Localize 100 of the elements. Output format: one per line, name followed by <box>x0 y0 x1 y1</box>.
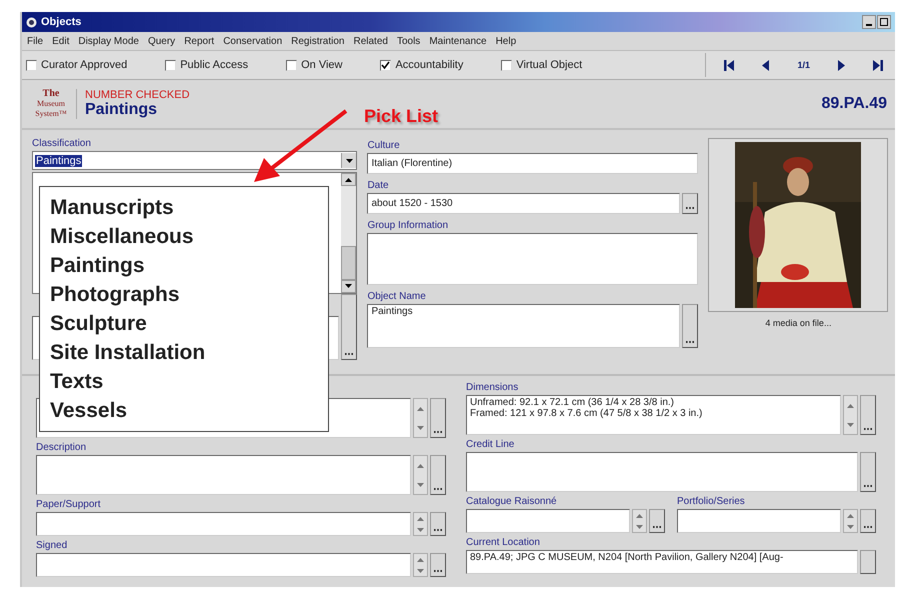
checkbox-label: Accountability <box>395 59 464 71</box>
checkbox[interactable] <box>26 60 37 70</box>
lookup-button[interactable] <box>430 455 446 495</box>
pick-list-item[interactable]: Paintings <box>50 251 145 280</box>
field-label: Portfolio/Series <box>677 496 746 507</box>
pick-list-item[interactable]: Texts <box>50 367 104 396</box>
down-arrow-icon[interactable] <box>345 284 352 288</box>
pick-list-item[interactable]: Miscellaneous <box>50 222 194 251</box>
pick-list-item[interactable]: Vessels <box>50 396 128 425</box>
checkbox-label: Public Access <box>180 59 248 71</box>
down-arrow-icon <box>847 524 854 528</box>
lookup-button[interactable] <box>430 512 446 536</box>
status-text: NUMBER CHECKED <box>85 89 190 101</box>
menu-item[interactable]: Help <box>496 36 516 46</box>
text-area[interactable]: Unframed: 92.1 x 72.1 cm (36 1/4 x 28 3/8 in.) Framed: 121 x 97.8 x 7.6 cm (47 5/8 x 38 1/2 x 3 in.) <box>466 395 841 435</box>
logo: The Museum System™ <box>30 89 77 119</box>
spin-buttons[interactable] <box>413 398 428 438</box>
record-title: Paintings <box>85 101 158 119</box>
menu-item[interactable]: Conservation <box>223 36 282 46</box>
field-label: Group Information <box>367 220 450 231</box>
field-label: Object Name <box>367 291 427 302</box>
checkbox[interactable] <box>286 60 298 70</box>
up-arrow-icon[interactable] <box>345 178 352 182</box>
lookup-button[interactable] <box>860 452 876 492</box>
pick-list-item[interactable]: Sculpture <box>50 309 147 338</box>
down-arrow-icon <box>417 528 424 532</box>
checkbox[interactable] <box>165 60 176 70</box>
pick-list-item[interactable]: Site Installation <box>50 338 206 367</box>
menu-item[interactable]: Maintenance <box>429 36 487 46</box>
menu-item[interactable]: Tools <box>396 36 420 46</box>
text-area[interactable] <box>36 455 411 495</box>
down-arrow-icon <box>417 568 424 572</box>
field-label: Date <box>367 180 390 191</box>
window-title: Objects <box>41 16 82 28</box>
menu-item[interactable]: Report <box>184 36 214 46</box>
text-field[interactable] <box>466 509 630 533</box>
checkbox-label: Virtual Object <box>516 59 582 71</box>
lookup-button[interactable] <box>649 509 665 533</box>
previous-record-icon[interactable] <box>762 60 770 70</box>
text-field[interactable]: Italian (Florentine) <box>367 153 698 174</box>
menu-item[interactable]: Display Mode <box>78 36 139 46</box>
up-arrow-icon <box>417 464 424 468</box>
pick-list-item[interactable]: Photographs <box>50 280 180 309</box>
up-arrow-icon <box>636 514 643 518</box>
up-arrow-icon <box>417 558 424 562</box>
checkbox[interactable] <box>380 60 392 70</box>
field-label: Classification <box>32 138 92 149</box>
down-arrow-icon <box>636 524 643 528</box>
menu-item[interactable]: Related <box>353 36 388 46</box>
up-arrow-icon <box>417 406 424 410</box>
lookup-button[interactable] <box>430 398 446 438</box>
lookup-button[interactable] <box>682 193 698 214</box>
object-number: 89.PA.49 <box>821 95 887 113</box>
text-area[interactable] <box>36 553 411 577</box>
field-label: Culture <box>367 140 401 151</box>
pick-list-item[interactable]: Manuscripts <box>50 193 174 222</box>
record-position: 1/1 <box>797 60 810 70</box>
lookup-button[interactable] <box>430 553 446 577</box>
menu-item[interactable]: Registration <box>291 36 344 46</box>
dropdown-arrow-icon <box>346 158 353 162</box>
text-area[interactable] <box>36 512 411 536</box>
up-arrow-icon <box>417 516 424 520</box>
field-label: Credit Line <box>466 439 516 450</box>
checkbox[interactable] <box>501 60 512 70</box>
checkbox-label: Curator Approved <box>41 59 128 71</box>
minimize-button[interactable] <box>862 15 876 29</box>
lookup-button[interactable] <box>860 550 876 574</box>
field-label: Paper/Support <box>36 499 102 510</box>
text-field[interactable]: 89.PA.49; JPG C MUSEUM, N204 [North Pavilion, Gallery N204] [Aug- <box>466 550 858 574</box>
menu-item[interactable]: Query <box>148 36 176 46</box>
text-field[interactable]: about 1520 - 1530 <box>367 193 680 214</box>
lookup-button[interactable] <box>860 509 876 533</box>
last-record-icon[interactable] <box>873 60 883 70</box>
maximize-button[interactable] <box>877 15 891 29</box>
menu-item[interactable]: File <box>27 36 44 46</box>
spin-buttons[interactable] <box>843 395 858 435</box>
app-icon <box>26 16 37 28</box>
down-arrow-icon <box>847 422 854 426</box>
down-arrow-icon <box>417 482 424 486</box>
lookup-button[interactable] <box>860 395 876 435</box>
text-area[interactable]: Paintings <box>367 304 680 348</box>
down-arrow-icon <box>417 426 424 430</box>
field-label: Signed <box>36 540 68 551</box>
scrollbar[interactable] <box>341 173 356 293</box>
media-caption[interactable]: 4 media on file... <box>765 318 832 328</box>
first-record-icon[interactable] <box>724 60 734 70</box>
next-record-icon[interactable] <box>838 60 845 70</box>
field-label: Dimensions <box>466 382 520 393</box>
up-arrow-icon <box>847 514 854 518</box>
text-area[interactable] <box>466 452 858 492</box>
spin-buttons[interactable] <box>413 455 428 495</box>
up-arrow-icon <box>847 404 854 408</box>
field-label: Current Location <box>466 537 541 548</box>
text-area[interactable] <box>367 233 698 285</box>
menu-item[interactable]: Edit <box>52 36 70 46</box>
annotation-label: Pick List <box>364 106 438 127</box>
text-field[interactable] <box>677 509 841 533</box>
lookup-button[interactable] <box>682 304 698 348</box>
lookup-button[interactable] <box>341 294 358 360</box>
classification-dropdown[interactable]: Paintings <box>32 151 358 170</box>
